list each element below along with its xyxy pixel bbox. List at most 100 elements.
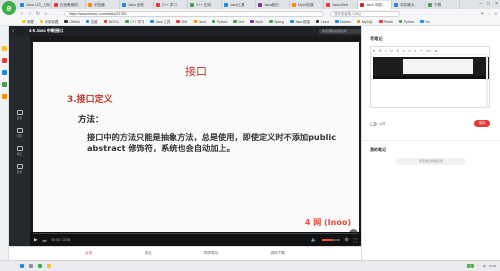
editor-scrollbar[interactable]: [486, 56, 488, 108]
rail-item-comments[interactable]: 评论: [9, 162, 30, 176]
download-icon[interactable]: ↓: [488, 11, 490, 17]
tab-catalog[interactable]: 目录: [85, 251, 92, 256]
tab-downloads[interactable]: 资料下载: [271, 251, 285, 256]
bookmark-item[interactable]: Go: [418, 20, 432, 24]
browser-logo-icon[interactable]: e: [2, 1, 16, 15]
lesson-search-input[interactable]: 搜索课程/视频名称: [319, 28, 367, 34]
format-button[interactable]: S: [397, 49, 399, 53]
bookmark-item[interactable]: Docker: [333, 20, 353, 24]
format-button[interactable]: I: [385, 49, 386, 53]
rail-item-catalog[interactable]: 目录: [9, 108, 30, 122]
back-icon[interactable]: ‹: [18, 11, 26, 17]
tab-favicon-icon: [122, 3, 126, 7]
format-button[interactable]: H: [373, 49, 375, 53]
browser-tab[interactable]: MyUI知道: [290, 1, 324, 9]
extension-icon[interactable]: ✦: [480, 11, 484, 17]
browser-tab[interactable]: Java工具: [222, 1, 256, 9]
bookmark-item[interactable]: Java: [192, 20, 208, 24]
bookmark-item[interactable]: Java 框架: [288, 19, 312, 24]
public-toggle[interactable]: 公开: [370, 121, 385, 126]
save-button[interactable]: 保存: [474, 120, 490, 127]
back-arrow-icon[interactable]: ‹: [9, 28, 17, 34]
browser-tab[interactable]: C++ 学习: [154, 1, 188, 9]
format-button[interactable]: B: [379, 49, 381, 53]
bookmark-item[interactable]: GitHub: [62, 20, 82, 24]
browser-tab[interactable]: 在线教育的...: [52, 1, 86, 9]
browser-tab[interactable]: 下载: [426, 1, 460, 9]
rail-label: 笔记: [16, 153, 23, 156]
bookmark-item[interactable]: MOOC: [102, 20, 122, 24]
bookmark-item[interactable]: 百度: [84, 19, 100, 24]
browser-search-input[interactable]: 搜索或者输入网址: [330, 10, 400, 17]
tab-label: Java知识: [264, 2, 279, 7]
bookmark-item[interactable]: Linux: [314, 20, 331, 24]
minimize-icon[interactable]: –: [479, 1, 482, 7]
browser-tab[interactable]: Java 123_上网...: [18, 1, 52, 9]
bookmark-item[interactable]: Python: [210, 20, 230, 24]
browser-tab[interactable]: Java 全栈: [120, 1, 154, 9]
progress-bar[interactable]: [33, 233, 358, 235]
bookmark-item[interactable]: Python: [397, 20, 417, 24]
tab-comments[interactable]: 评论: [145, 251, 152, 256]
browser-tab[interactable]: Java知识: [256, 1, 290, 9]
tray-badge[interactable]: 上: [467, 264, 475, 268]
input-lang[interactable]: 中: [483, 264, 486, 268]
browser-tab[interactable]: Java 中国...: [358, 1, 392, 9]
menu-icon[interactable]: ≡: [494, 11, 497, 17]
bookmark-item[interactable]: MySQL: [355, 20, 375, 24]
bookmark-item[interactable]: C++ 学习: [123, 19, 146, 24]
bookmark-item[interactable]: Redis: [377, 20, 395, 24]
format-button[interactable]: U: [390, 49, 392, 53]
wifi-icon[interactable]: ◠: [477, 264, 480, 268]
time-readout: 00:00 / 13:06: [51, 238, 71, 242]
home-icon[interactable]: ⌂: [42, 11, 50, 17]
format-button[interactable]: ≡: [409, 49, 411, 53]
favorites-icon[interactable]: [2, 46, 7, 51]
browser-tab[interactable]: 浏览器大...: [392, 1, 426, 9]
bookmark-item[interactable]: Vue: [231, 20, 246, 24]
bookmark-icon: [103, 19, 108, 24]
format-button[interactable]: ⧉: [435, 49, 437, 53]
volume-icon[interactable]: 🔈: [311, 237, 317, 243]
forward-icon[interactable]: ›: [26, 11, 34, 17]
fullscreen-icon[interactable]: ⛶: [354, 238, 357, 243]
refresh-icon[interactable]: ↻: [34, 11, 42, 17]
bookmark-icon: [315, 19, 320, 24]
bookmark-item[interactable]: 收藏: [20, 19, 36, 24]
start-icon[interactable]: [20, 264, 24, 268]
tab-classmate-notes[interactable]: 同学笔记: [204, 251, 218, 256]
play-icon[interactable]: ▶: [34, 237, 37, 243]
settings-icon[interactable]: ⚙: [345, 237, 349, 243]
history-icon[interactable]: [2, 58, 7, 63]
rail-item-qa[interactable]: 问答: [9, 126, 30, 140]
bookmark-item[interactable]: JDK: [174, 20, 189, 24]
browser-tab[interactable]: Java Web: [324, 1, 358, 9]
format-button[interactable]: ≡: [403, 49, 405, 53]
browser-task-icon[interactable]: [38, 264, 42, 268]
mail-icon[interactable]: [2, 70, 7, 75]
bookmark-item[interactable]: 手机收藏: [38, 19, 61, 24]
editor-toolbar: H B I U S ≡ ≡ ≡ ❝ </> ⧉: [371, 47, 491, 55]
folder-task-icon[interactable]: [47, 264, 51, 268]
notes-app-icon[interactable]: [2, 82, 7, 87]
bookmark-item[interactable]: Spring: [267, 20, 286, 24]
format-button[interactable]: </>: [426, 49, 431, 53]
taskview-icon[interactable]: [29, 264, 33, 268]
bookmark-item[interactable]: Java 工具: [148, 19, 172, 24]
note-editor[interactable]: H B I U S ≡ ≡ ≡ ❝ </> ⧉: [370, 46, 491, 108]
bookmark-item[interactable]: MyUI: [248, 20, 265, 24]
video-player[interactable]: 接口 3.接口定义 方法： 接口中的方法只能是抽象方法，总是使用，即使定义时不添…: [30, 36, 361, 246]
browser-tab[interactable]: C++ 在线: [188, 1, 222, 9]
format-button[interactable]: ❝: [420, 49, 422, 53]
next-icon[interactable]: ⏭: [42, 238, 46, 243]
browser-tab[interactable]: 浏览器: [86, 1, 120, 9]
volume-slider[interactable]: [321, 239, 340, 241]
toggle-switch[interactable]: [370, 121, 377, 126]
url-input[interactable]: https://www.imooc.com/video/21765: [64, 10, 324, 17]
clock[interactable]: 11:06: [489, 264, 496, 268]
close-icon[interactable]: ×: [495, 1, 498, 7]
game-icon[interactable]: [2, 94, 7, 99]
format-button[interactable]: ≡: [415, 49, 417, 53]
rail-item-notes[interactable]: 笔记: [9, 144, 30, 158]
maximize-icon[interactable]: □: [487, 1, 490, 7]
